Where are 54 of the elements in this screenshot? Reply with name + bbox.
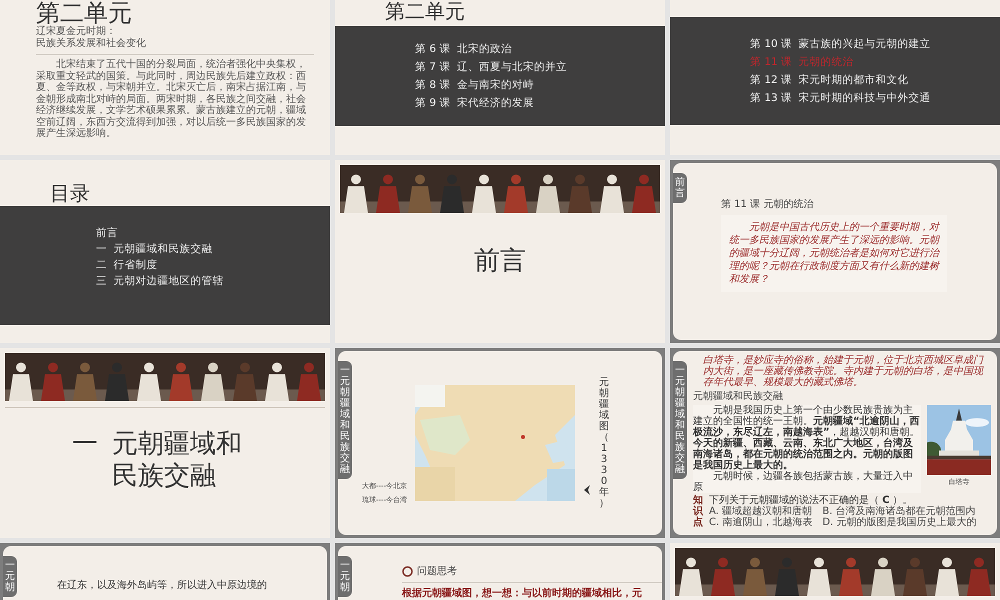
lesson-item: 第 13 课 宋元时期的科技与中外交通 (750, 91, 932, 105)
lesson-title: 第 11 课 元朝的统治 (721, 198, 814, 211)
question-heading: 问题思考 (417, 564, 457, 578)
question-text: 根据元朝疆域图，想一想：与以前时期的疆域相比，元 (402, 582, 662, 600)
slide-thumbnail[interactable]: 第 10 课 蒙古族的兴起与元朝的建立 第 11 课 元朝的统治 第 12 课 宋元时期的都市和文化 第 13 课 宋元时期的科技与中外交通 (670, 0, 1000, 155)
slide-thumbnail[interactable]: 前言 (335, 160, 665, 343)
chevron-left-icon (583, 485, 592, 495)
lesson-item: 第 10 课 蒙古族的兴起与元朝的建立 (750, 37, 932, 51)
lesson-item: 第 6 课 北宋的政治 (415, 42, 514, 56)
slide-thumbnail[interactable]: 一元朝 问题思考 根据元朝疆域图，想一想：与以前时期的疆域相比，元 (335, 543, 665, 600)
side-tab: 前言 (673, 173, 687, 203)
toc-item: 前言 (96, 226, 119, 240)
section-title: 元朝疆域和民族交融 (112, 428, 243, 492)
side-tab: 一元朝 (338, 556, 352, 597)
map-caption: 元朝疆域图（1330 年） (599, 377, 610, 509)
slide-thumbnail[interactable]: 第二单元 辽宋夏金元时期： 民族关系发展和社会变化 北宋结束了五代十国的分裂局面，统治者强化中央集权，采取重文轻武的国策。与此同时，周边民族先后建立政权：西夏、金等政权，与宋朝并立。北宋灭亡后，南宋占据江南，与金朝形成南北对峙的局面。两宋时期，各民族之间交融，社会经济继续发展，文学艺术硕果累累。蒙古族建立的元朝，疆域空前辽阔，东西方交流得到加强，对以后统一多民族国家的发展产生深远影响。 (0, 0, 330, 155)
unit-subtitle: 民族关系发展和社会变化 (36, 38, 147, 50)
content-paragraph: 元朝是我国历史上第一个由少数民族贵族为主建立的全国性的统一王朝。元朝疆域“北逾阴山，西极流沙，东尽辽左，南越海表”，超越汉朝和唐朝。今天的新疆、西藏、云南、东北广大地区，台湾及南海诸岛，都在元朝的统治范围之内。元朝的版图是我国历史上最大的。 (693, 405, 921, 471)
toc-item: 一 元朝疆域和民族交融 (96, 242, 214, 256)
lesson-item: 第 12 课 宋元时期的都市和文化 (750, 73, 910, 87)
lesson-item: 第 7 课 辽、西夏与北宋的并立 (415, 60, 568, 74)
quiz-option: D. 元朝的版图是我国历史上最大的 (822, 517, 976, 528)
slide-thumbnail[interactable]: 目录 前言 一 元朝疆域和民族交融 二 行省制度 三 元朝对边疆地区的管辖 (0, 160, 330, 343)
note-paragraph: 白塔寺，是妙应寺的俗称，始建于元朝，位于北京西城区阜成门内大街，是一座藏传佛教寺院。寺内建于元朝的白塔，是中国现存年代最早、规模最大的藏式佛塔。 (703, 355, 985, 388)
section-number: 一 (72, 428, 98, 460)
lesson-paragraph: 元朝是中国古代历史上的一个重要时期，对统一多民族国家的发展产生了深远的影响。元朝的疆域十分辽阔，元朝统治者是如何对它进行治理的呢？元朝在行政制度方面又有什么新的建树和发展？ (721, 215, 947, 292)
unit-title: 第二单元 (384, 0, 466, 22)
side-tab: 一元朝疆域和民族交融 (673, 361, 687, 479)
side-tab: 一元朝疆域和民族交融 (338, 361, 352, 479)
content-paragraph: 元朝时候，边疆各族包括蒙古族，大量迁入中原 (693, 471, 914, 493)
unit-subtitle: 辽宋夏金元时期： (36, 26, 117, 38)
slide-thumbnail[interactable]: 一 元朝疆域和民族交融 (0, 348, 330, 538)
quiz-label: 知识点 (693, 495, 703, 528)
slide-thumbnail[interactable]: 前言 第 11 课 元朝的统治 元朝是中国古代历史上的一个重要时期，对统一多民族国家的发展产生了深远的影响。元朝的疆域十分辽阔，元朝统治者是如何对它进行治理的呢？元朝在行政制度方面又有什么新的建树和发展？ (670, 160, 1000, 343)
unit-paragraph: 北宋结束了五代十国的分裂局面，统治者强化中央集权，采取重文轻武的国策。与此同时，周边民族先后建立政权：西夏、金等政权，与宋朝并立。北宋灭亡后，南宋占据江南，与金朝形成南北对峙的局面。两宋时期，各民族之间交融，社会经济继续发展，文学艺术硕果累累。蒙古族建立的元朝，疆域空前辽阔，东西方交流得到加强，对以后统一多民族国家的发展产生深远影响。 (36, 59, 307, 140)
content-paragraph: 在辽东，以及海外岛屿等，所以进入中原边境的 (57, 578, 268, 592)
section-title: 前言 (473, 245, 527, 278)
quiz-option: A. 疆域超越汉朝和唐朝 (709, 506, 812, 517)
slide-thumbnail[interactable] (670, 348, 1000, 538)
slide-thumbnail[interactable]: 第二单元 第 6 课 北宋的政治 第 7 课 辽、西夏与北宋的并立 第 8 课 金与南宋的对峙 第 9 课 宋代经济的发展 (335, 0, 665, 155)
toc-item: 二 行省制度 (96, 258, 159, 272)
unit-title: 第二单元 (36, 0, 133, 26)
slide-thumbnail[interactable]: 一元朝 在辽东，以及海外岛屿等，所以进入中原边境的 (0, 543, 330, 600)
lesson-item: 第 11 课 元朝的统治 (750, 55, 855, 69)
quiz-question: 下列关于元朝疆域的说法不正确的是（ C ）。 (709, 495, 913, 506)
toc-item: 三 元朝对边疆地区的管辖 (96, 274, 225, 288)
quiz-option: B. 台湾及南海诸岛都在元朝范围内 (822, 506, 976, 517)
lesson-item: 第 9 课 宋代经济的发展 (415, 96, 536, 110)
quiz-option: C. 南逾阴山，北越海表 (709, 517, 812, 528)
lesson-item: 第 8 课 金与南宋的对峙 (415, 78, 536, 92)
circle-icon (402, 566, 413, 576)
toc-title: 目录 (49, 182, 91, 204)
side-tab: 一元朝 (3, 556, 17, 597)
content-title: 元朝疆域和民族交融 (693, 390, 784, 403)
